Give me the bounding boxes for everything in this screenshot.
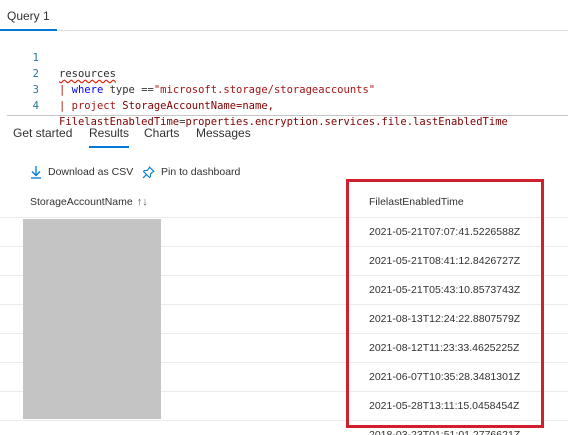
query-editor[interactable]: 1 resources 2 | where type =="microsoft.… (7, 31, 568, 128)
tab-get-started[interactable]: Get started (13, 126, 72, 148)
project-expression: StorageAccountName=name, (115, 100, 274, 112)
pipe-operator: | (59, 100, 72, 112)
pin-to-dashboard-label: Pin to dashboard (161, 166, 241, 178)
tab-results[interactable]: Results (89, 126, 130, 148)
project-keyword: project (71, 100, 116, 112)
editor-line-1: 1 resources (7, 34, 568, 80)
editor-divider (7, 115, 568, 116)
sort-icon[interactable]: ↑↓ (137, 196, 148, 208)
column-header-storage-account[interactable]: StorageAccountName ↑↓ (30, 186, 148, 218)
download-csv-button[interactable]: Download as CSV (30, 160, 133, 184)
tab-query-1[interactable]: Query 1 (0, 0, 57, 31)
editor-line-4: 4 FilelastEnabledTime=properties.encrypt… (7, 82, 568, 128)
editor-line-2: 2 | where type =="microsoft.storage/stor… (7, 50, 568, 96)
line-number: 4 (32, 100, 39, 112)
result-tabs: Get started Results Charts Messages (0, 120, 568, 148)
column-header-label: StorageAccountName (30, 196, 133, 208)
highlight-annotation (346, 179, 544, 428)
redacted-account-names (23, 219, 161, 419)
editor-line-3: 3 | project StorageAccountName=name, (7, 66, 568, 112)
download-icon (30, 165, 42, 179)
tab-messages[interactable]: Messages (196, 126, 251, 148)
pin-icon (142, 165, 155, 179)
tab-charts[interactable]: Charts (144, 126, 179, 148)
download-csv-label: Download as CSV (48, 166, 134, 178)
query-tab-strip: Query 1 (0, 0, 568, 31)
pin-to-dashboard-button[interactable]: Pin to dashboard (142, 160, 240, 184)
